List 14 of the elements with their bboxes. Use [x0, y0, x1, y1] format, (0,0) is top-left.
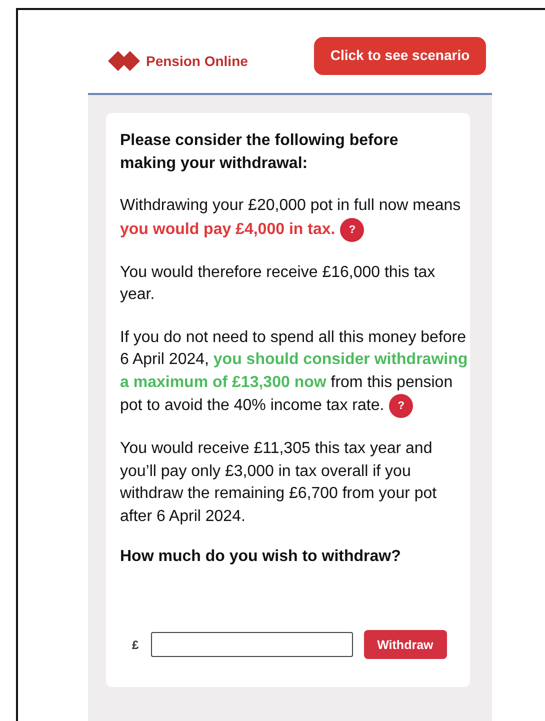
withdraw-button[interactable]: Withdraw: [364, 630, 447, 659]
help-button[interactable]: ?: [389, 394, 414, 418]
logo-icon: [108, 50, 140, 72]
scenario-button[interactable]: Click to see scenario: [314, 37, 486, 75]
info-paragraph: If you do not need to spend all this money before 6 April 2024, you should consider withdrawing a maximum of £13,300 now from this pension pot to avoid the 40% income tax rate. ?: [120, 326, 468, 418]
brand-name: Pension Online: [146, 53, 248, 69]
withdraw-question: How much do you wish to withdraw?: [120, 548, 402, 566]
info-paragraph: You would receive £11,305 this tax year and you’ll pay only £3,000 in tax overall if you withdraw the remaining £6,700 from your pot after 6 April 2024.: [120, 439, 438, 526]
info-paragraph: You would therefore receive £16,000 this tax year.: [120, 262, 436, 305]
currency-label: £: [132, 638, 139, 652]
amount-field[interactable]: [150, 632, 353, 657]
card-heading: Please consider the following before making your withdrawal:: [120, 131, 400, 174]
info-paragraph: Withdrawing your £20,000 pot in full now means you would pay £4,000 in tax. ?: [120, 195, 468, 242]
help-button[interactable]: ?: [340, 218, 364, 242]
